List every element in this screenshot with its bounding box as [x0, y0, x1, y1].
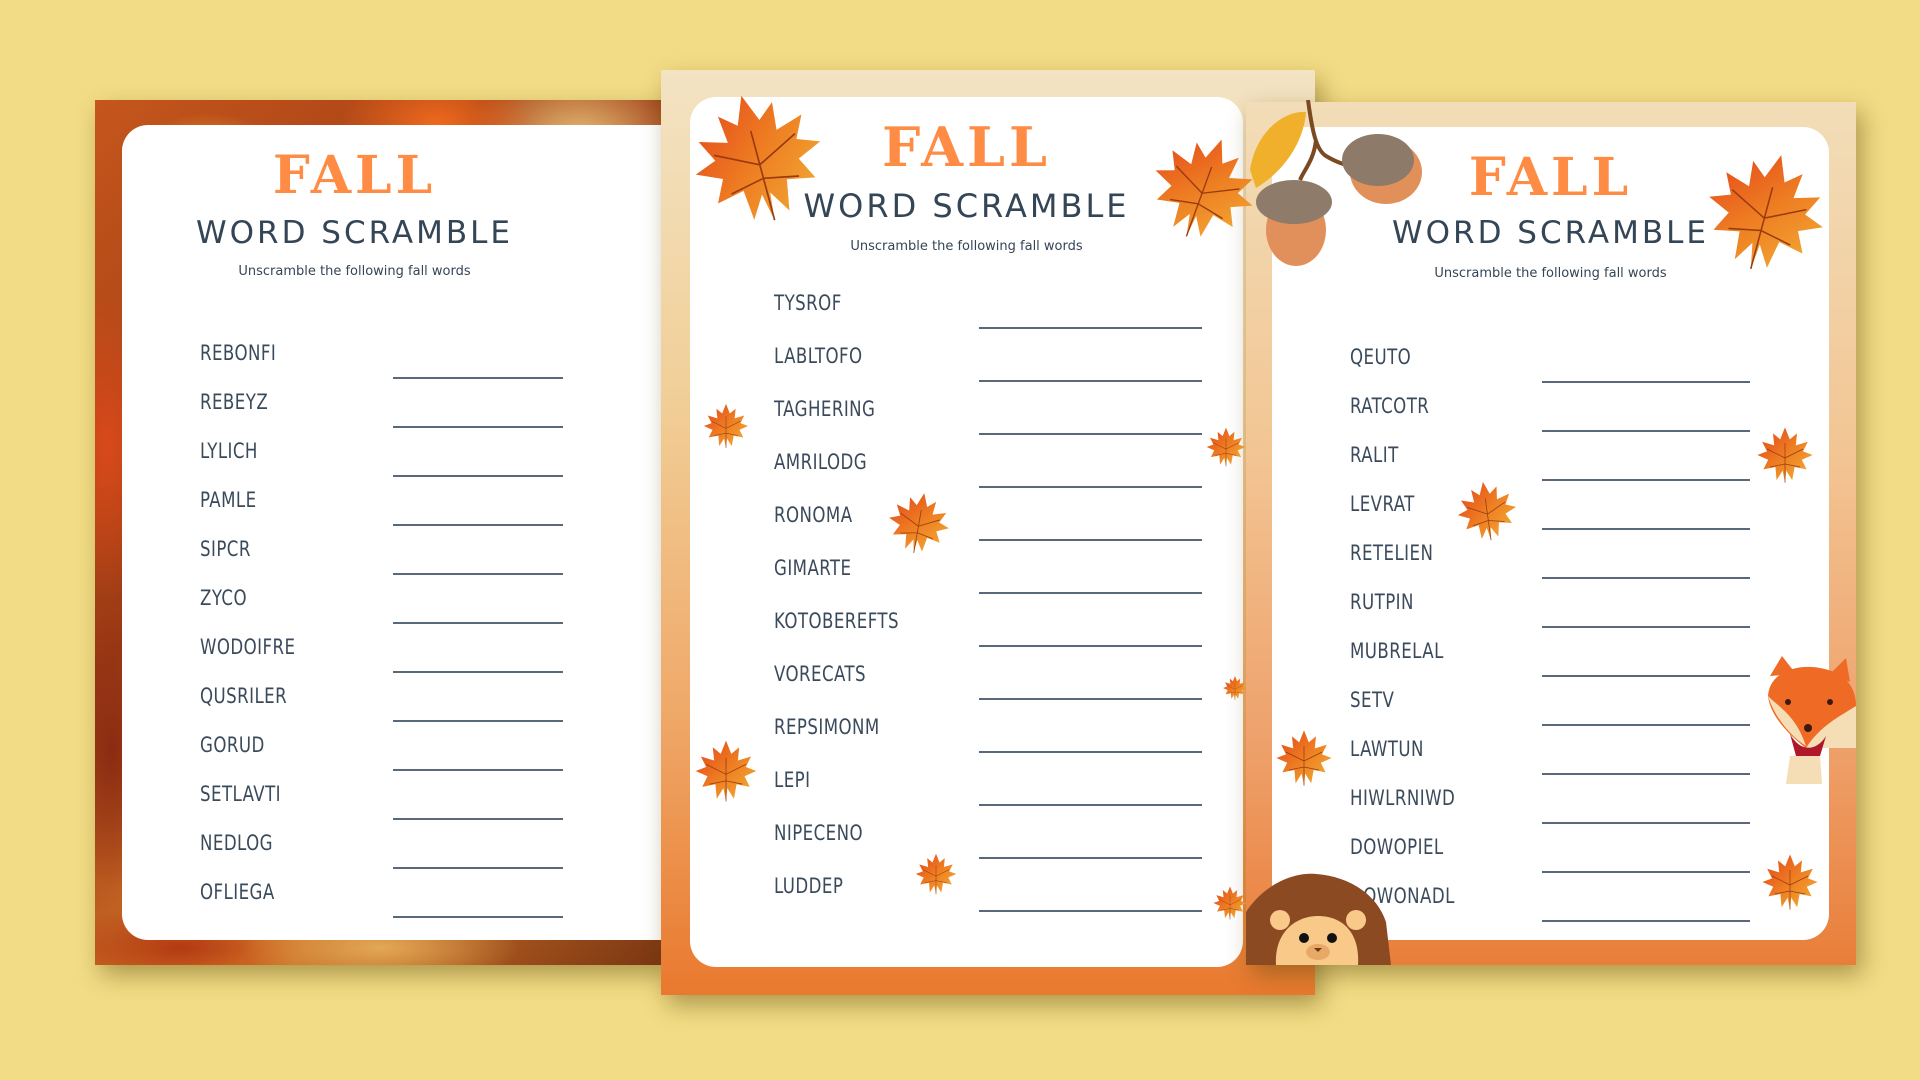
scrambled-word: RONOMA — [774, 503, 853, 527]
scrambled-word: REPSIMONM — [774, 715, 880, 739]
scrambled-word: NEDLOG — [200, 831, 273, 855]
answer-line[interactable] — [1542, 430, 1750, 432]
answer-line[interactable] — [1542, 528, 1750, 530]
answer-line[interactable] — [393, 426, 563, 428]
worksheet-card: FALL WORD SCRAMBLE Unscramble the follow… — [122, 125, 722, 940]
title-word-scramble: WORD SCRAMBLE — [195, 215, 513, 251]
title-fall: FALL — [272, 145, 437, 206]
answer-line[interactable] — [1542, 773, 1750, 775]
worksheet-middle: FALL WORD SCRAMBLE Unscramble the follow… — [661, 70, 1315, 995]
scrambled-word: LABLTOFO — [774, 344, 863, 368]
worksheet-right: FALL WORD SCRAMBLE Unscramble the follow… — [1246, 102, 1856, 965]
scrambled-word: NIPECENO — [774, 821, 864, 845]
scrambled-word: GORUD — [200, 733, 265, 757]
answer-line[interactable] — [979, 910, 1202, 912]
scrambled-word: AMRILODG — [774, 450, 868, 474]
scrambled-word: RUTPIN — [1350, 590, 1414, 614]
answer-line[interactable] — [979, 433, 1202, 435]
answer-line[interactable] — [1542, 724, 1750, 726]
title-fall: FALL — [881, 115, 1051, 179]
scrambled-word: SETLAVTI — [200, 782, 282, 806]
answer-line[interactable] — [1542, 871, 1750, 873]
answer-line[interactable] — [979, 857, 1202, 859]
answer-line[interactable] — [393, 769, 563, 771]
scrambled-word: HIWLRNIWD — [1350, 786, 1456, 810]
answer-line[interactable] — [1542, 626, 1750, 628]
scrambled-word: ZYCO — [200, 586, 247, 610]
title-word-scramble: WORD SCRAMBLE — [1391, 215, 1709, 251]
scrambled-word: VORECATS — [774, 662, 866, 686]
answer-line[interactable] — [979, 380, 1202, 382]
answer-line[interactable] — [393, 867, 563, 869]
worksheet-card: FALL WORD SCRAMBLE Unscramble the follow… — [1272, 127, 1829, 940]
answer-line[interactable] — [393, 622, 563, 624]
scrambled-word: QUSRILER — [200, 684, 288, 708]
title-fall: FALL — [1468, 147, 1633, 208]
answer-line[interactable] — [393, 818, 563, 820]
scrambled-word: KOTOBEREFTS — [774, 609, 899, 633]
scrambled-word: LYLICH — [200, 439, 258, 463]
title-word-scramble: WORD SCRAMBLE — [803, 187, 1130, 225]
answer-line[interactable] — [1542, 479, 1750, 481]
answer-line[interactable] — [1542, 675, 1750, 677]
instructions: Unscramble the following fall words — [850, 239, 1083, 254]
answer-line[interactable] — [979, 592, 1202, 594]
answer-line[interactable] — [393, 916, 563, 918]
answer-line[interactable] — [1542, 381, 1750, 383]
scrambled-word: RETELIEN — [1350, 541, 1434, 565]
scrambled-word: RALIT — [1350, 443, 1399, 467]
answer-line[interactable] — [979, 327, 1202, 329]
answer-line[interactable] — [979, 751, 1202, 753]
answer-line[interactable] — [979, 539, 1202, 541]
answer-line[interactable] — [979, 645, 1202, 647]
scrambled-word: SETV — [1350, 688, 1395, 712]
scrambled-word: TYSROF — [774, 291, 842, 315]
answer-line[interactable] — [979, 698, 1202, 700]
scrambled-word: QEUTO — [1350, 345, 1412, 369]
scrambled-word: LEVRAT — [1350, 492, 1415, 516]
answer-line[interactable] — [979, 486, 1202, 488]
scrambled-word: DOWONADL — [1350, 884, 1455, 908]
scrambled-word: PAMLE — [200, 488, 257, 512]
answer-line[interactable] — [393, 524, 563, 526]
scrambled-word: LUDDEP — [774, 874, 844, 898]
worksheet-left: FALL WORD SCRAMBLE Unscramble the follow… — [95, 100, 722, 965]
scrambled-word: REBEYZ — [200, 390, 269, 414]
answer-line[interactable] — [1542, 822, 1750, 824]
scrambled-word: LEPI — [774, 768, 811, 792]
scrambled-word: OFLIEGA — [200, 880, 275, 904]
scrambled-word: REBONFI — [200, 341, 277, 365]
answer-line[interactable] — [1542, 577, 1750, 579]
answer-line[interactable] — [1542, 920, 1750, 922]
scrambled-word: TAGHERING — [774, 397, 876, 421]
scrambled-word: SIPCR — [200, 537, 251, 561]
worksheet-card: FALL WORD SCRAMBLE Unscramble the follow… — [690, 97, 1243, 967]
scrambled-word: GIMARTE — [774, 556, 852, 580]
scrambled-word: RATCOTR — [1350, 394, 1430, 418]
scrambled-word: DOWOPIEL — [1350, 835, 1444, 859]
answer-line[interactable] — [393, 573, 563, 575]
scrambled-word: LAWTUN — [1350, 737, 1424, 761]
answer-line[interactable] — [393, 475, 563, 477]
instructions: Unscramble the following fall words — [238, 264, 471, 279]
scrambled-word: WODOIFRE — [200, 635, 296, 659]
answer-line[interactable] — [393, 377, 563, 379]
answer-line[interactable] — [393, 671, 563, 673]
answer-line[interactable] — [393, 720, 563, 722]
scrambled-word: MUBRELAL — [1350, 639, 1444, 663]
instructions: Unscramble the following fall words — [1434, 266, 1667, 281]
answer-line[interactable] — [979, 804, 1202, 806]
